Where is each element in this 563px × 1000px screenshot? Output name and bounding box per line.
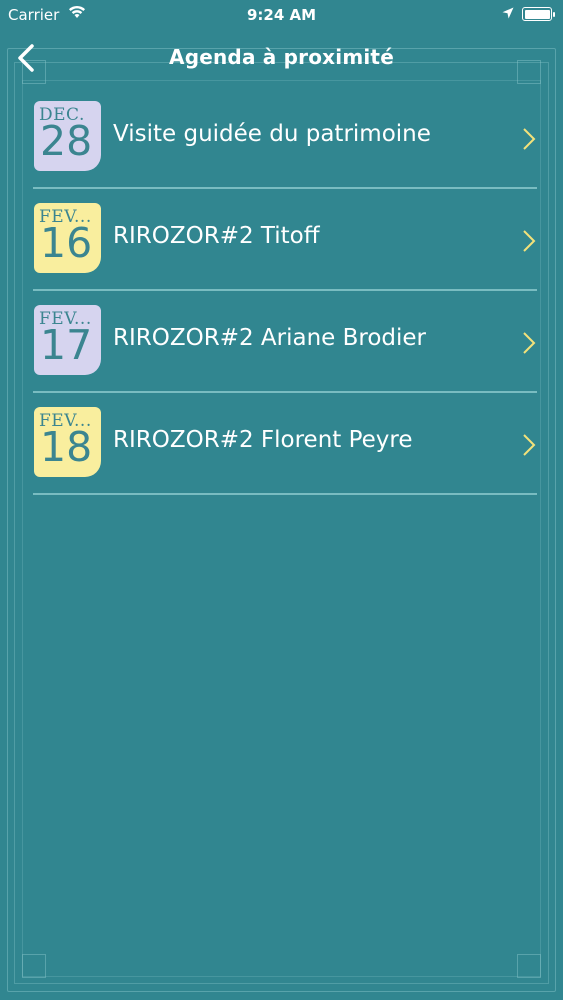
chevron-right-icon [523, 434, 536, 456]
frame-corner-ornament [517, 954, 541, 978]
date-badge: FEV... 18 [34, 407, 101, 477]
event-title: RIROZOR#2 Florent Peyre [113, 427, 413, 453]
frame-corner-ornament [22, 954, 46, 978]
date-day: 18 [40, 423, 93, 471]
status-time: 9:24 AM [246, 6, 317, 24]
date-day: 16 [40, 219, 93, 267]
event-list: DEC. 28 Visite guidée du patrimoine FEV.… [33, 87, 537, 495]
event-title: RIROZOR#2 Ariane Brodier [113, 325, 427, 351]
chevron-right-icon [523, 230, 536, 252]
chevron-right-icon [523, 332, 536, 354]
status-bar: Carrier 9:24 AM [0, 0, 563, 30]
event-row[interactable]: FEV... 17 RIROZOR#2 Ariane Brodier [33, 291, 537, 393]
navigation-bar: Agenda à proximité [0, 30, 563, 86]
event-title: Visite guidée du patrimoine [113, 121, 431, 147]
battery-icon [522, 7, 555, 21]
date-badge: DEC. 28 [34, 101, 101, 171]
date-day: 28 [40, 117, 93, 165]
location-arrow-icon [502, 7, 514, 19]
event-row[interactable]: FEV... 18 RIROZOR#2 Florent Peyre [33, 393, 537, 495]
event-row[interactable]: DEC. 28 Visite guidée du patrimoine [33, 87, 537, 189]
page-title: Agenda à proximité [169, 45, 394, 69]
chevron-right-icon [523, 128, 536, 150]
event-row[interactable]: FEV... 16 RIROZOR#2 Titoff [33, 189, 537, 291]
event-title: RIROZOR#2 Titoff [113, 223, 320, 249]
date-day: 17 [40, 321, 93, 369]
date-badge: FEV... 16 [34, 203, 101, 273]
date-badge: FEV... 17 [34, 305, 101, 375]
